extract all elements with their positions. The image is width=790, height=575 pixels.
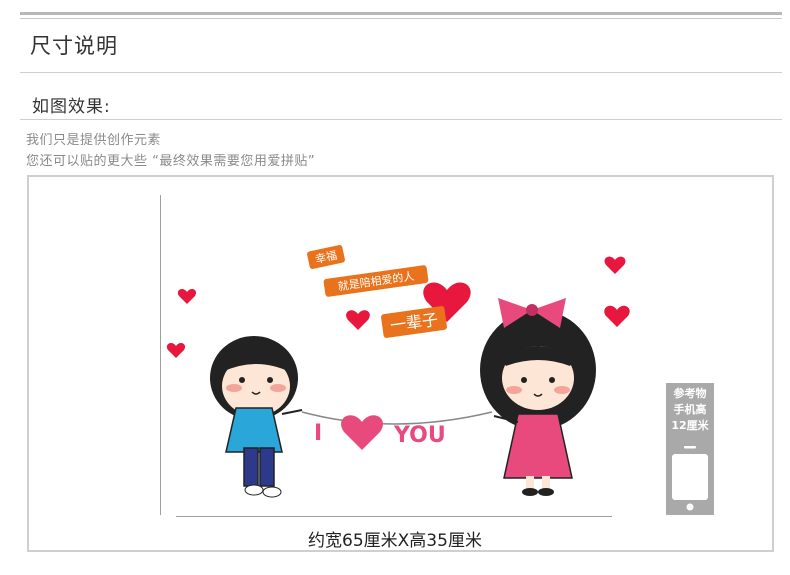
- width-ruler: [176, 516, 612, 517]
- title-divider: [20, 72, 782, 73]
- heart-icon: [341, 415, 383, 450]
- boy-character: [210, 336, 303, 498]
- heart-icon: [604, 256, 626, 274]
- height-ruler: [160, 195, 161, 515]
- banner-word-you: YOU: [393, 423, 446, 448]
- banner-letter-i: I: [314, 421, 322, 446]
- note-line-1: 我们只是提供创作元素: [26, 133, 162, 148]
- wall-sticker-illustration: 幸福 就是陪相爱的人 一辈子 I YOU: [166, 245, 630, 498]
- dimensions-label: 约宽65厘米X高35厘米: [308, 531, 482, 551]
- heart-icon: [604, 305, 630, 327]
- girl-character: [480, 298, 596, 496]
- section-title: 尺寸说明: [30, 34, 118, 58]
- reference-phone-label: 参考物 手机高 12厘米: [671, 387, 709, 432]
- heart-icon: [166, 343, 186, 358]
- top-divider-thin: [20, 18, 782, 19]
- effect-heading: 如图效果:: [32, 97, 111, 117]
- note-line-2: 您还可以贴的更大些 “最终效果需要您用爱拼贴”: [26, 154, 316, 169]
- phone-icon: [667, 441, 713, 514]
- top-divider: [20, 12, 782, 15]
- heart-icon: [346, 310, 370, 330]
- heart-icon: [177, 289, 197, 304]
- subhead-divider: [20, 119, 782, 120]
